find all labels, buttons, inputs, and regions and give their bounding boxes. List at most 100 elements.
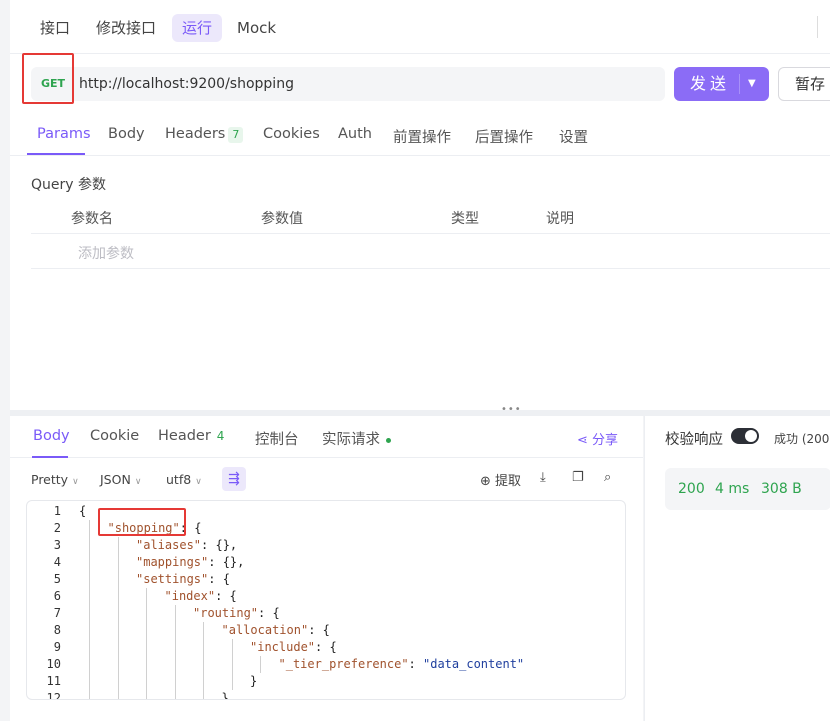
validation-panel: 校验响应 成功 (200) 200 4 ms 308 B [644,416,830,721]
json-key: "include" [250,640,316,654]
tab-actual-request[interactable]: 实际请求 [322,428,391,449]
json-punct: : { [308,623,330,637]
header-count-badge: 4 [216,429,225,443]
toggle-knob [745,430,757,442]
params-table-header: 参数名 参数值 类型 说明 [31,199,830,234]
code-text: "aliases": {}, [136,537,237,554]
line-number: 9 [53,640,61,654]
json-punct: : { [215,589,237,603]
line-number: 2 [53,521,61,535]
json-punct: : { [315,640,337,654]
tab-body[interactable]: Body [108,126,145,142]
share-label: 分享 [592,433,619,448]
json-key: "aliases" [136,538,202,552]
encoding-label: utf8 [166,472,192,487]
chevron-down-icon: ∨ [134,477,142,487]
json-punct: : { [208,572,230,586]
json-punct: : { [258,606,280,620]
code-text: "_tier_preference": "data_content" [279,656,525,673]
indent-guide [146,588,147,699]
column-param-desc: 说明 [546,211,574,227]
response-size: 308 B [761,481,802,497]
tab-response-body[interactable]: Body [33,428,70,444]
format-toolbar: Pretty ∨ JSON ∨ utf8 ∨ ⇶ ⊕ 提取 ⤓ ❐ ⌕ [10,466,643,494]
pretty-select[interactable]: Pretty ∨ [31,472,79,487]
add-param-row[interactable]: 添加参数 [31,235,830,269]
column-param-name: 参数名 [71,211,113,227]
code-text: } [222,690,229,699]
json-punct: } [250,674,258,688]
tab-pre-script[interactable]: 前置操作 [393,126,451,147]
indent-guide [203,622,204,699]
tab-auth[interactable]: Auth [338,126,372,142]
indent-guide [174,605,176,699]
tab-params[interactable]: Params [37,126,91,142]
request-panel: 接口 修改接口 运行 Mock GET http://localhost:920… [10,0,830,410]
code-text: { [79,503,86,520]
line-number: 6 [53,589,61,603]
tab-mock[interactable]: Mock [227,14,286,42]
json-string: "data_content" [423,657,525,671]
copy-icon[interactable]: ❐ [572,470,584,485]
extract-button[interactable]: ⊕ 提取 [480,470,521,489]
json-key: "allocation" [221,623,309,637]
tab-response-header[interactable]: Header 4 [158,428,224,444]
tab-cookies[interactable]: Cookies [263,126,320,142]
share-button[interactable]: ⋖ 分享 [577,429,618,448]
tab-edit-interface[interactable]: 修改接口 [86,14,166,42]
send-button[interactable]: 发送 ▼ [674,67,769,101]
search-icon[interactable]: ⌕ [604,470,611,485]
download-icon[interactable]: ⤓ [540,470,546,485]
indent-guide [89,520,90,699]
tab-actual-request-label: 实际请求 [322,432,380,448]
chevron-down-icon: ∨ [195,477,202,487]
code-text: } [250,673,257,690]
indent-guide [117,537,119,699]
json-key: "_tier_preference" [278,657,409,671]
response-stats: 200 4 ms 308 B [665,468,830,510]
save-button[interactable]: 暂存 [778,67,830,101]
tab-settings[interactable]: 设置 [559,126,588,147]
code-text: "mappings": {}, [136,554,244,571]
validation-label: 校验响应 [665,432,723,448]
column-param-value: 参数值 [261,211,303,227]
code-text: "include": { [250,639,337,656]
json-punct: : {}, [201,538,238,552]
tab-response-cookie[interactable]: Cookie [90,428,139,444]
divider [817,16,818,38]
drag-handle-icon: ••• [501,404,522,415]
json-punct: : {}, [208,555,245,569]
extract-icon: ⊕ [480,474,496,489]
pretty-label: Pretty [31,472,69,487]
line-number: 8 [53,623,61,637]
validation-toggle[interactable] [731,428,759,444]
code-text: "routing": { [193,605,280,622]
query-params-title: Query 参数 [31,177,106,193]
tab-interface[interactable]: 接口 [30,14,80,42]
chevron-down-icon: ∨ [72,477,79,487]
extract-label: 提取 [495,474,522,489]
divider [739,74,740,94]
code-text: "settings": { [136,571,230,588]
tab-console[interactable]: 控制台 [255,428,299,449]
json-key: "mappings" [136,555,209,569]
tab-headers[interactable]: Headers 7 [165,126,244,143]
url-bar: GET http://localhost:9200/shopping [31,67,665,101]
chevron-down-icon[interactable]: ▼ [748,67,756,101]
line-number: 10 [46,657,61,671]
url-input[interactable]: http://localhost:9200/shopping [79,67,294,101]
tab-run[interactable]: 运行 [172,14,223,42]
json-key: "index" [164,589,216,603]
line-number: 4 [53,555,61,569]
wrap-lines-icon[interactable]: ⇶ [222,467,246,491]
highlight-box [98,508,186,536]
encoding-select[interactable]: utf8 ∨ [166,472,202,487]
line-number: 7 [53,606,61,620]
status-code: 200 [678,481,705,497]
tab-post-script[interactable]: 后置操作 [475,126,533,147]
json-select[interactable]: JSON ∨ [100,472,141,487]
json-punct: : [408,657,423,671]
json-key: "settings" [136,572,209,586]
send-label: 发送 [690,74,731,93]
highlight-box [22,53,74,104]
